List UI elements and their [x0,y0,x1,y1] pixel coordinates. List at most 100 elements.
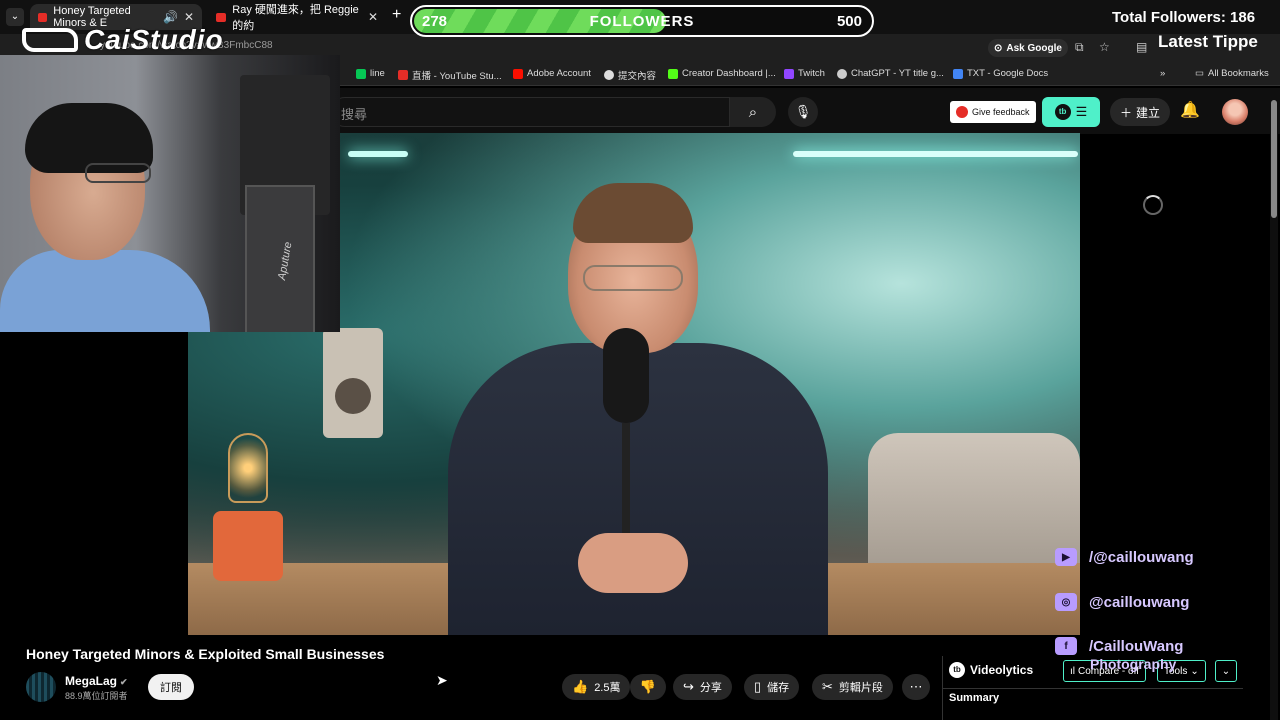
docs-icon [953,68,963,79]
all-bookmarks-label: All Bookmarks [1207,68,1269,79]
share-button[interactable]: ↪ 分享 [673,674,732,700]
install-app-icon[interactable]: ⧉ [1075,40,1084,55]
bookmark-adobe[interactable]: Adobe Account [513,68,591,79]
adobe-icon [513,68,523,79]
social-youtube: ▶ /@caillouwang [1055,548,1194,566]
search-input[interactable]: 搜尋 [330,97,730,127]
followers-goal: 500 [836,13,862,30]
expand-panel-button[interactable]: ⌄ [1215,660,1237,682]
bookmark-twitch[interactable]: Twitch [784,68,825,79]
bookmark-label: ChatGPT - YT title g... [851,68,944,79]
bookmark-label: line [370,68,385,79]
give-feedback-label: Give feedback [972,107,1030,117]
bookmark-creator-dashboard[interactable]: Creator Dashboard |... [668,68,776,79]
audio-icon[interactable]: 🔊 [163,10,178,24]
studio-speaker [323,328,383,438]
bookmark-google-docs[interactable]: TXT - Google Docs [953,68,1048,79]
give-feedback-button[interactable]: Give feedback [950,101,1036,123]
save-label: 儲存 [767,682,790,694]
divider [943,688,1243,689]
twitch-icon [784,68,794,79]
verified-icon: ✔ [120,677,128,687]
tab-ray-video[interactable]: Ray 硬闖進來，把 Reggie 的約 ✕ [208,4,386,32]
facebook-icon: f [1055,637,1077,655]
summary-heading: Summary [949,692,1000,704]
scissors-icon: ✂ [822,679,833,694]
total-followers: Total Followers: 186 [1112,9,1256,26]
follower-goal-bar: 278 FOLLOWERS 500 [410,5,874,37]
lantern [213,433,283,581]
bookmark-submit[interactable]: 提交內容 [604,68,656,82]
thumbs-up-icon: 👍 [572,679,589,694]
tab-title: Ray 硬闖進來，把 Reggie 的約 [232,4,359,32]
create-button[interactable]: ＋建立 [1110,98,1171,126]
bookmark-chatgpt[interactable]: ChatGPT - YT title g... [837,68,944,79]
close-tab-icon[interactable]: ✕ [368,10,378,24]
videolytics-header: tb Videolytics [949,662,1033,678]
new-tab-icon[interactable]: + [392,6,401,24]
microphone [603,328,649,423]
bookmark-label: TXT - Google Docs [967,68,1049,79]
bookmark-label: Adobe Account [527,68,591,79]
videolytics-title: Videolytics [970,663,1034,677]
sofa [868,433,1080,573]
plus-icon: ＋ [1120,105,1133,120]
bookmark-star-icon[interactable]: ☆ [1099,40,1110,54]
clip-label: 剪輯片段 [838,682,883,694]
chevron-down-icon: ⌄ [1190,665,1199,677]
ask-google-button[interactable]: ⊙ Ask Google [988,39,1068,57]
notifications-bell-icon[interactable]: 🔔 [1180,100,1200,120]
videolytics-logo-icon: tb [1054,104,1071,120]
neon-light [348,151,408,157]
folder-icon: ▭ [1195,68,1204,79]
thumbs-down-icon: 👎 [639,679,657,694]
bookmark-youtube-studio[interactable]: 直播 - YouTube Stu... [398,68,502,82]
bookmark-label: Creator Dashboard |... [682,68,776,79]
dislike-button[interactable]: 👎 [630,674,666,700]
scrollbar-thumb[interactable] [1271,100,1277,218]
feedback-icon [956,106,968,118]
caistudio-logo: CaiStudio [22,24,224,56]
bookmark-line[interactable]: line [356,68,385,79]
share-icon: ↪ [683,679,694,694]
like-button[interactable]: 👍 2.5萬 [562,674,631,700]
subscribe-button[interactable]: 訂閱 [148,674,194,700]
ask-google-label: Ask Google [1006,42,1062,54]
latest-tipper: Latest Tippe [1158,32,1258,51]
clip-button[interactable]: ✂ 剪輯片段 [812,674,893,700]
followers-label: FOLLOWERS [589,13,695,30]
microphone-icon[interactable]: 🎙 [788,97,818,127]
logo-text: CaiStudio [84,24,224,55]
more-bookmarks-icon[interactable]: » [1160,68,1165,79]
youtube-icon: ▶ [1055,548,1077,566]
google-lens-icon: ⊙ [994,42,1003,54]
extensions-icon[interactable]: ▤ [1136,40,1147,54]
photography-label: Photography [1090,656,1177,672]
like-count: 2.5萬 [594,682,621,694]
videolytics-menu-button[interactable]: tb ☰ [1042,97,1100,127]
hamburger-icon: ☰ [1075,104,1088,119]
neon-light [793,151,1078,157]
close-tab-icon[interactable]: ✕ [184,10,194,24]
subscriber-count: 88.9萬位訂閱者 [65,691,128,701]
loading-spinner-icon [1143,195,1163,215]
account-avatar[interactable] [1222,99,1248,125]
presenter [428,173,848,635]
streamer-webcam: Aputure [0,55,340,332]
search-icon[interactable]: ⌕ [730,97,776,127]
channel-avatar[interactable] [26,672,56,702]
share-label: 分享 [699,682,722,694]
more-actions-button[interactable]: ⋯ [902,674,930,700]
bookmark-label: Twitch [798,68,825,79]
youtube-favicon-icon [216,12,227,22]
more-icon: ⋯ [909,679,923,694]
all-bookmarks[interactable]: ▭ All Bookmarks [1195,68,1269,79]
line-icon [356,68,366,79]
create-label: 建立 [1136,105,1161,120]
instagram-icon: ◎ [1055,593,1077,611]
bookmark-icon: ▯ [754,679,762,694]
channel-name[interactable]: MegaLag ✔ [65,674,128,688]
save-button[interactable]: ▯ 儲存 [744,674,800,700]
youtube-favicon-icon [38,12,48,22]
videolytics-logo-icon: tb [949,662,965,678]
